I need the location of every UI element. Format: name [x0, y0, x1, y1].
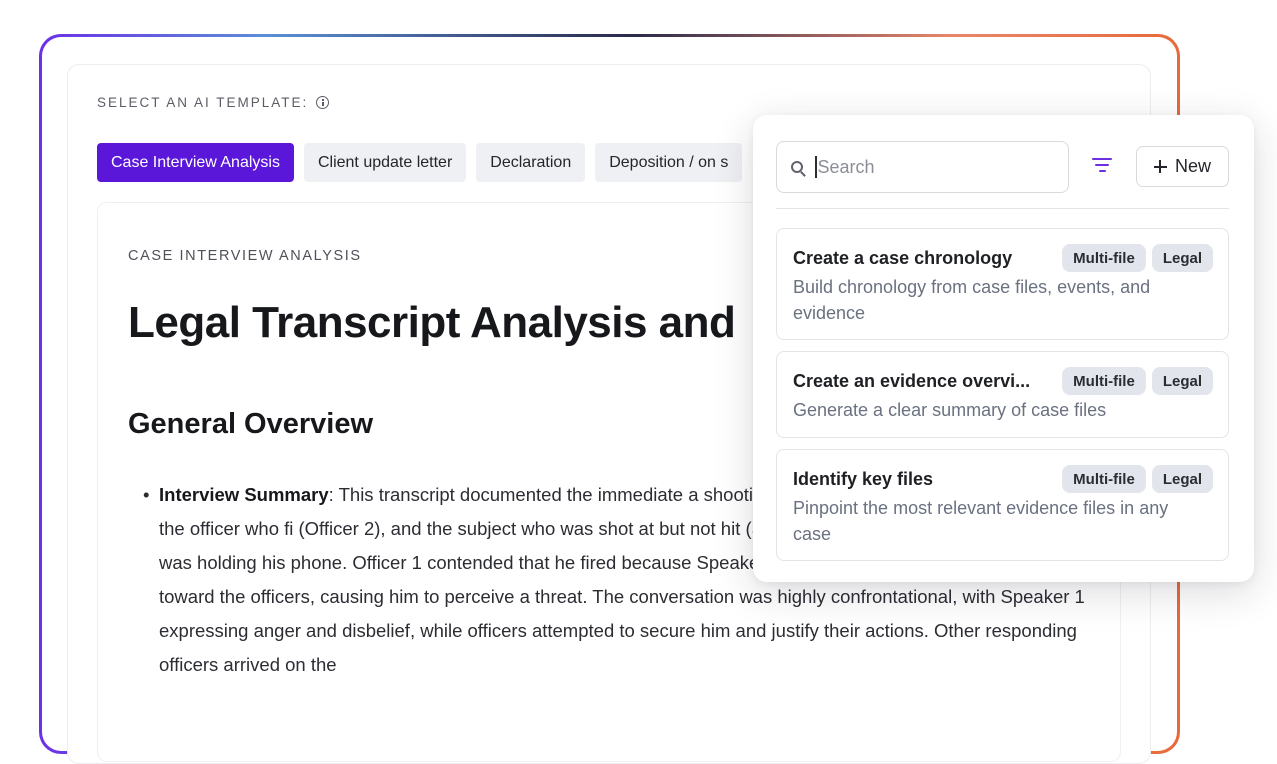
tab-client-update-letter[interactable]: Client update letter [303, 143, 467, 182]
new-button-label: New [1174, 156, 1211, 176]
tab-case-interview-analysis[interactable]: Case Interview Analysis [97, 143, 294, 182]
info-icon[interactable] [316, 96, 330, 109]
new-template-button[interactable]: New [1136, 146, 1229, 187]
template-item-title: Create an evidence overvi... [793, 371, 1031, 391]
template-item-identify-key-files[interactable]: Identify key files Multi-file Legal Pinp… [776, 449, 1229, 561]
badge-group: Multi-file Legal [1062, 367, 1213, 395]
text-caret [815, 156, 817, 178]
bullet-lead: Interview Summary [159, 484, 329, 505]
template-item-evidence-overview[interactable]: Create an evidence overvi... Multi-file … [776, 351, 1229, 438]
tab-declaration[interactable]: Declaration [476, 143, 586, 182]
badge-legal: Legal [1151, 465, 1213, 493]
template-item-description: Generate a clear summary of case files [793, 400, 1107, 420]
template-label-text: SELECT AN AI TEMPLATE: [97, 95, 309, 110]
template-item-title: Identify key files [793, 469, 934, 489]
template-popover: New Create a case chronology Multi-file … [753, 115, 1254, 582]
divider [776, 208, 1229, 209]
template-item-title: Create a case chronology [793, 248, 1013, 268]
search-box[interactable] [776, 141, 1069, 193]
badge-multi-file: Multi-file [1062, 465, 1146, 493]
search-icon [791, 161, 803, 173]
template-item-description: Build chronology from case files, events… [793, 277, 1151, 323]
template-tabs: Case Interview Analysis Client update le… [97, 143, 743, 182]
badge-multi-file: Multi-file [1062, 244, 1146, 272]
search-input[interactable] [817, 156, 1038, 178]
template-item-description: Pinpoint the most relevant evidence file… [793, 498, 1169, 544]
section-heading: General Overview [128, 408, 374, 440]
template-item-case-chronology[interactable]: Create a case chronology Multi-file Lega… [776, 228, 1229, 340]
document-title: Legal Transcript Analysis and [128, 298, 736, 347]
badge-legal: Legal [1151, 367, 1213, 395]
tab-deposition[interactable]: Deposition / on s [595, 143, 743, 182]
bullet-dot-icon: • [143, 484, 150, 505]
filter-icon[interactable] [1092, 158, 1112, 174]
badge-group: Multi-file Legal [1062, 465, 1213, 493]
badge-legal: Legal [1151, 244, 1213, 272]
badge-multi-file: Multi-file [1062, 367, 1146, 395]
plus-icon [1153, 160, 1167, 173]
badge-group: Multi-file Legal [1062, 244, 1213, 272]
document-eyebrow: CASE INTERVIEW ANALYSIS [128, 248, 362, 264]
template-label: SELECT AN AI TEMPLATE: [97, 95, 330, 110]
